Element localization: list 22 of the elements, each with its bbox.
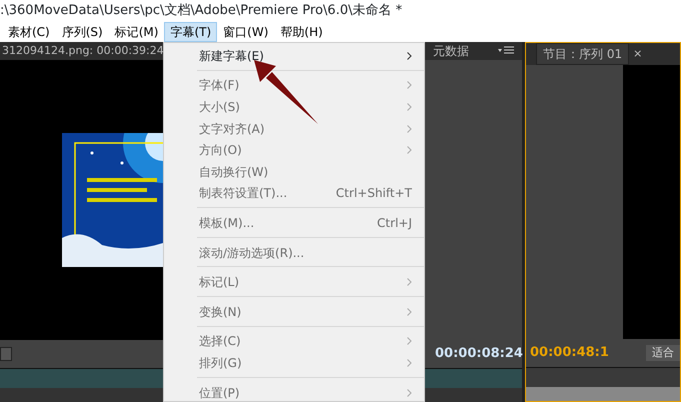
- menu-item[interactable]: 窗口(W): [217, 22, 274, 42]
- timecode: 00:00:08:24: [435, 345, 523, 364]
- panel-tab[interactable]: 节目：序列 01: [536, 43, 630, 65]
- window-title: :\360MoveData\Users\pc\文档\Adobe\Premiere Pro\6.0\未命名 *: [0, 2, 404, 20]
- menu-item[interactable]: 帮助(H): [274, 22, 329, 42]
- timeline-ruler[interactable]: [425, 368, 522, 388]
- scroll-bar[interactable]: [526, 387, 680, 401]
- menu-item[interactable]: 新建字幕(E): [164, 45, 424, 67]
- timeline-ruler[interactable]: [526, 367, 680, 387]
- panel-tab[interactable]: 312094124.png: 00:00:39:24: [0, 42, 164, 60]
- timecode: 00:00:48:1: [530, 344, 609, 362]
- dropdown[interactable]: [0, 347, 12, 361]
- zoom-dropdown[interactable]: 适合: [646, 344, 680, 362]
- scroll-bar[interactable]: [0, 388, 163, 402]
- menu-item[interactable]: 素材(C): [2, 22, 56, 42]
- panel-menu-icon[interactable]: [498, 46, 514, 56]
- scroll-bar[interactable]: [425, 388, 522, 402]
- menu-item[interactable]: 标记(M): [108, 22, 164, 42]
- close-button[interactable]: ×: [633, 46, 642, 62]
- menu-item[interactable]: 序列(S): [56, 22, 109, 42]
- timeline-ruler[interactable]: [0, 368, 163, 388]
- menu-item[interactable]: 字幕(T): [164, 22, 218, 42]
